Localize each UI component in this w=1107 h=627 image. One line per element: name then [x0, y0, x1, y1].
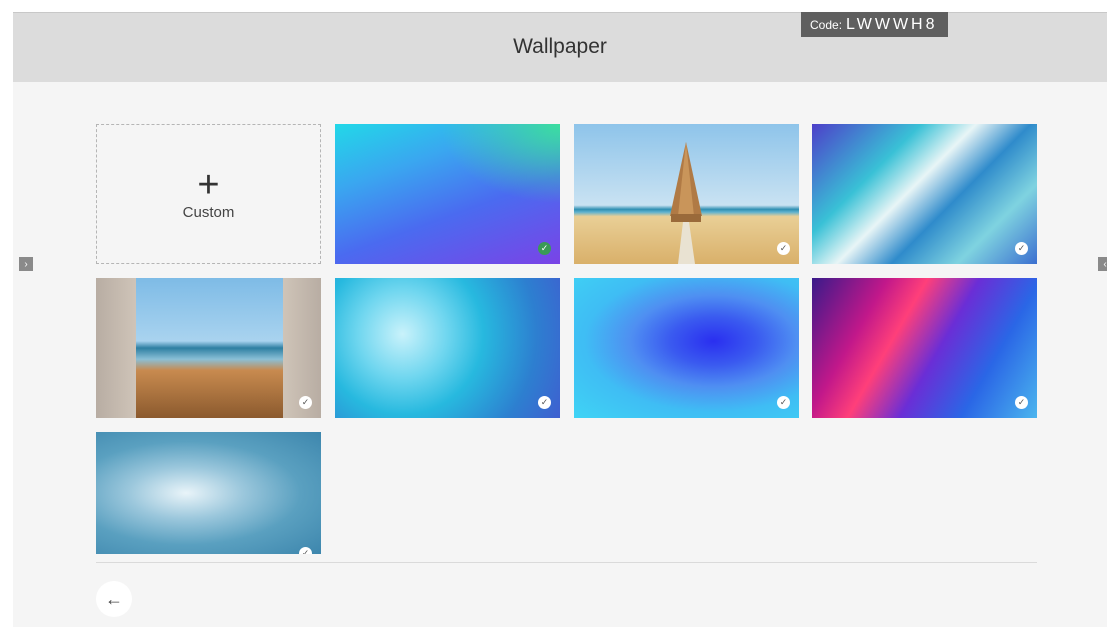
wallpaper-thumbnail[interactable]: ✓	[335, 124, 560, 264]
check-icon: ✓	[777, 396, 790, 409]
beach-pavilion-graphic	[670, 142, 702, 264]
chevron-left-icon: ‹	[1103, 258, 1107, 270]
wallpaper-thumbnail[interactable]: ✓	[812, 124, 1037, 264]
check-icon: ✓	[777, 242, 790, 255]
code-value: LWWWH8	[846, 15, 938, 33]
wallpaper-thumbnail[interactable]: ✓	[812, 278, 1037, 418]
check-icon: ✓	[299, 547, 312, 554]
back-arrow-icon: ←	[105, 588, 123, 609]
chevron-right-icon: ›	[24, 258, 28, 270]
wallpaper-thumbnail[interactable]: ✓	[96, 278, 321, 418]
wallpaper-thumbnail[interactable]: ✓	[574, 124, 799, 264]
check-icon: ✓	[299, 396, 312, 409]
right-edge-toggle-button[interactable]: ‹	[1098, 257, 1107, 271]
page-title: Wallpaper	[513, 35, 607, 58]
wallpaper-thumbnail[interactable]: ✓	[335, 278, 560, 418]
selected-check-icon: ✓	[538, 242, 551, 255]
wallpaper-thumbnail[interactable]: ✓	[574, 278, 799, 418]
check-icon: ✓	[1015, 396, 1028, 409]
custom-wallpaper-tile[interactable]: + Custom	[96, 124, 321, 264]
custom-label: Custom	[182, 203, 235, 221]
back-button[interactable]: ←	[96, 581, 132, 617]
divider	[96, 562, 1037, 563]
code-badge: Code: LWWWH8	[801, 12, 948, 37]
left-edge-toggle-button[interactable]: ›	[19, 257, 33, 271]
code-label: Code:	[810, 17, 843, 32]
wallpaper-thumbnail[interactable]: ✓	[96, 432, 321, 554]
wallpaper-screen: Wallpaper Code: LWWWH8 + Custom ✓ ✓ ✓ ✓ …	[13, 12, 1107, 627]
check-icon: ✓	[538, 396, 551, 409]
check-icon: ✓	[1015, 242, 1028, 255]
plus-icon: +	[197, 163, 220, 206]
